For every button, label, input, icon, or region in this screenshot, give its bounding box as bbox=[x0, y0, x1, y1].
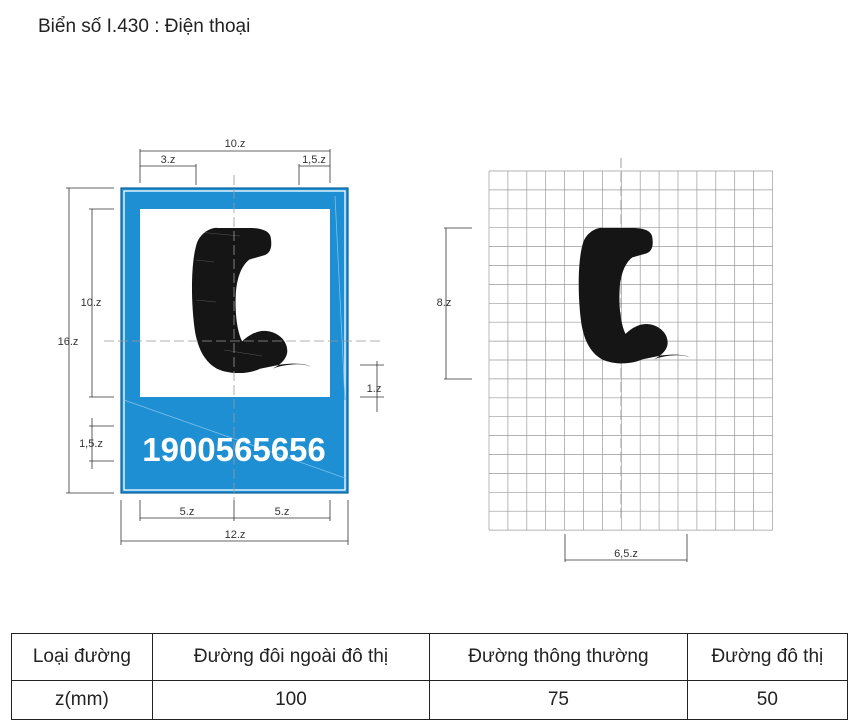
grid-telephone-handset-icon bbox=[578, 227, 690, 364]
table-cell: 50 bbox=[686, 680, 849, 720]
dim-right-gap: 1.z bbox=[367, 383, 382, 395]
dim-panel-height: 10.z bbox=[81, 297, 102, 309]
spec-table: Loại đường Đường đôi ngoài đô thị Đường … bbox=[11, 633, 849, 720]
dim-bottom-right: 5.z bbox=[275, 506, 290, 518]
dim-top-width: 10.z bbox=[225, 138, 246, 150]
dim-grid-icon-width: 6,5.z bbox=[614, 548, 638, 560]
table-cell: 75 bbox=[429, 680, 688, 720]
dim-bottom-left: 5.z bbox=[180, 506, 195, 518]
sign-drawing: 1900565656 10.z 3.z 1,5.z 16.z 10.z 1,5.… bbox=[58, 138, 773, 562]
dim-bottom-total: 12.z bbox=[225, 529, 246, 541]
dim-grid-icon-height: 8.z bbox=[437, 297, 452, 309]
dim-total-height: 16.z bbox=[58, 336, 79, 348]
table-header-cell: Đường thông thường bbox=[429, 633, 688, 681]
table-header-cell: Đường đô thị bbox=[686, 633, 849, 681]
table-cell: 100 bbox=[151, 680, 431, 720]
table-header-row: Loại đường Đường đôi ngoài đô thị Đường … bbox=[11, 633, 849, 681]
dim-top-right-offset: 1,5.z bbox=[302, 154, 326, 166]
table-header-cell: Loại đường bbox=[11, 633, 153, 681]
table-cell: z(mm) bbox=[11, 680, 153, 720]
dim-top-left-offset: 3.z bbox=[161, 154, 176, 166]
table-header-cell: Đường đôi ngoài đô thị bbox=[151, 633, 431, 681]
dim-number-height: 1,5.z bbox=[79, 438, 103, 450]
table-row: z(mm) 100 75 50 bbox=[11, 680, 849, 720]
